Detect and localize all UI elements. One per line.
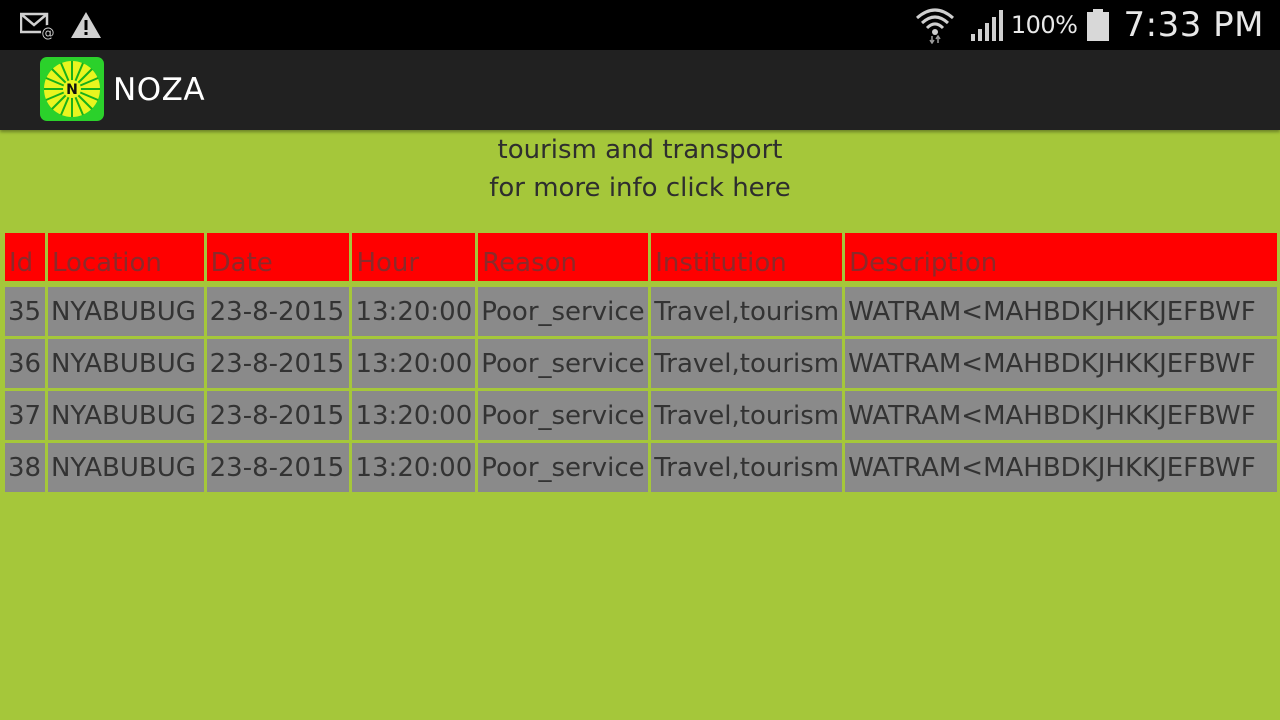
table-header-row: Id Location Date Hour Reason Institution… <box>5 233 1277 281</box>
cell-reason: Poor_service <box>478 443 649 492</box>
cell-institution: Travel,tourism <box>651 287 843 336</box>
cell-id: 38 <box>5 443 45 492</box>
cell-reason: Poor_service <box>478 339 649 388</box>
cell-reason: Poor_service <box>478 287 649 336</box>
cell-id: 36 <box>5 339 45 388</box>
cell-description: WATRAM<MAHBDKJHKKJEFBWF <box>845 443 1277 492</box>
content-header: tourism and transport for more info clic… <box>0 131 1280 207</box>
cell-date: 23-8-2015 <box>206 391 350 440</box>
cell-date: 23-8-2015 <box>206 443 350 492</box>
column-header-reason: Reason <box>478 233 649 281</box>
cell-location: NYABUBUG <box>47 443 204 492</box>
email-notification-icon: @ <box>20 10 56 40</box>
cell-id: 37 <box>5 391 45 440</box>
cell-location: NYABUBUG <box>47 287 204 336</box>
status-bar-notifications: @ <box>20 8 102 42</box>
column-header-description: Description <box>845 233 1277 281</box>
status-clock: 7:33 PM <box>1123 5 1264 45</box>
battery-percent: 100% <box>1010 11 1078 39</box>
table-row[interactable]: 38 NYABUBUG 23-8-2015 13:20:00 Poor_serv… <box>5 443 1277 492</box>
cell-id: 35 <box>5 287 45 336</box>
app-title: NOZA <box>113 72 206 108</box>
table-row[interactable]: 37 NYABUBUG 23-8-2015 13:20:00 Poor_serv… <box>5 391 1277 440</box>
cell-hour: 13:20:00 <box>352 287 476 336</box>
complaints-table: Id Location Date Hour Reason Institution… <box>2 230 1280 495</box>
cell-location: NYABUBUG <box>47 339 204 388</box>
cell-institution: Travel,tourism <box>651 339 843 388</box>
cell-hour: 13:20:00 <box>352 339 476 388</box>
column-header-location: Location <box>47 233 204 281</box>
status-bar-system: 100% 7:33 PM <box>915 0 1264 50</box>
svg-text:@: @ <box>42 26 55 40</box>
page-title: tourism and transport <box>497 135 783 165</box>
status-bar: @ 100% 7:33 PM <box>0 0 1280 50</box>
cell-description: WATRAM<MAHBDKJHKKJEFBWF <box>845 339 1277 388</box>
column-header-institution: Institution <box>651 233 843 281</box>
wifi-icon <box>915 6 955 44</box>
column-header-id: Id <box>5 233 45 281</box>
cell-description: WATRAM<MAHBDKJHKKJEFBWF <box>845 287 1277 336</box>
signal-icon <box>969 8 1005 42</box>
app-logo-icon[interactable]: N <box>40 57 104 121</box>
cell-date: 23-8-2015 <box>206 339 350 388</box>
cell-date: 23-8-2015 <box>206 287 350 336</box>
app-logo-letter: N <box>66 82 78 98</box>
warning-icon <box>70 10 102 40</box>
cell-hour: 13:20:00 <box>352 391 476 440</box>
cell-location: NYABUBUG <box>47 391 204 440</box>
battery-icon <box>1086 8 1110 42</box>
cell-hour: 13:20:00 <box>352 443 476 492</box>
more-info-link[interactable]: for more info click here <box>0 169 1280 207</box>
column-header-date: Date <box>206 233 350 281</box>
action-bar: N NOZA <box>0 50 1280 130</box>
table-row[interactable]: 36 NYABUBUG 23-8-2015 13:20:00 Poor_serv… <box>5 339 1277 388</box>
table-row[interactable]: 35 NYABUBUG 23-8-2015 13:20:00 Poor_serv… <box>5 287 1277 336</box>
cell-institution: Travel,tourism <box>651 391 843 440</box>
cell-reason: Poor_service <box>478 391 649 440</box>
column-header-hour: Hour <box>352 233 476 281</box>
cell-description: WATRAM<MAHBDKJHKKJEFBWF <box>845 391 1277 440</box>
cell-institution: Travel,tourism <box>651 443 843 492</box>
